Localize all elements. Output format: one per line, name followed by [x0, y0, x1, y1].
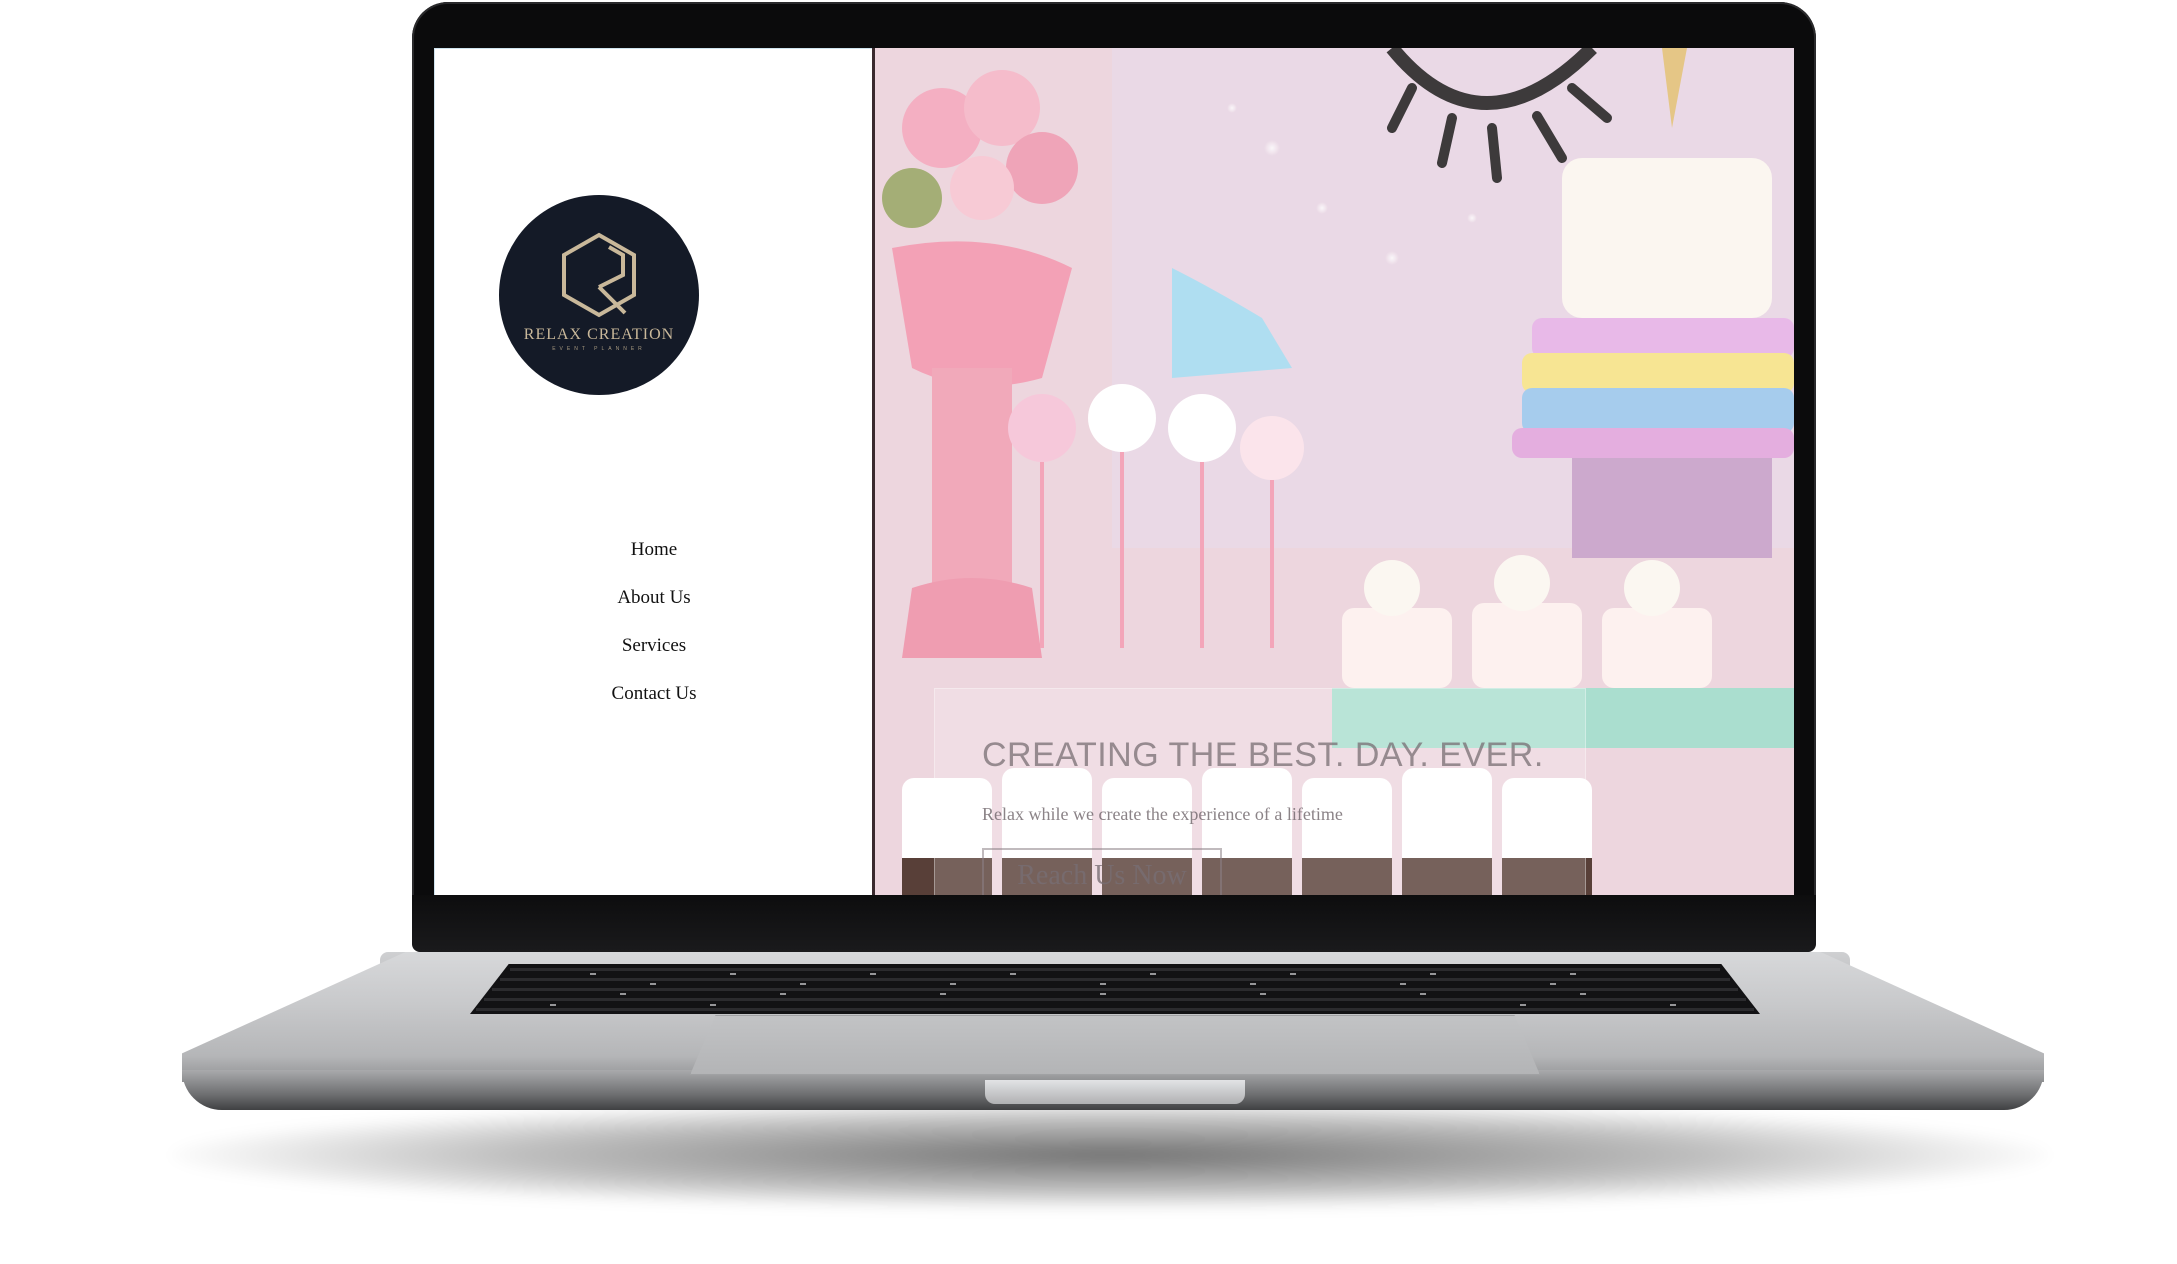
hero-divider	[872, 48, 875, 895]
keyboard	[470, 964, 1760, 1014]
laptop-lid-chin	[412, 895, 1816, 952]
brand-logo[interactable]: RELAX CREATION EVENT PLANNER	[499, 195, 699, 395]
nav-item-contact-us[interactable]: Contact Us	[435, 683, 873, 731]
brand-name: RELAX CREATION	[523, 326, 675, 343]
lid-notch	[985, 1080, 1245, 1104]
reach-us-now-button[interactable]: Reach Us Now	[982, 848, 1222, 895]
nav-item-about-us[interactable]: About Us	[435, 587, 873, 635]
brand-tagline: EVENT PLANNER	[552, 346, 646, 352]
nav-item-services[interactable]: Services	[435, 635, 873, 683]
rc-monogram-icon	[562, 232, 636, 318]
screen: RELAX CREATION EVENT PLANNER Home About …	[434, 48, 1794, 895]
hero-subtitle: Relax while we create the experience of …	[982, 804, 1343, 824]
trackpad	[690, 1015, 1540, 1075]
main-nav: Home About Us Services Contact Us	[435, 539, 873, 731]
hero-title: CREATING THE BEST. DAY. EVER.	[982, 736, 1544, 774]
nav-item-home[interactable]: Home	[435, 539, 873, 587]
hero-section: CREATING THE BEST. DAY. EVER. Relax whil…	[872, 48, 1794, 895]
sidebar: RELAX CREATION EVENT PLANNER Home About …	[434, 48, 873, 895]
floor-shadow	[170, 1100, 2050, 1210]
laptop-mockup: RELAX CREATION EVENT PLANNER Home About …	[0, 0, 2177, 1264]
keyboard-keys	[476, 968, 1754, 1011]
